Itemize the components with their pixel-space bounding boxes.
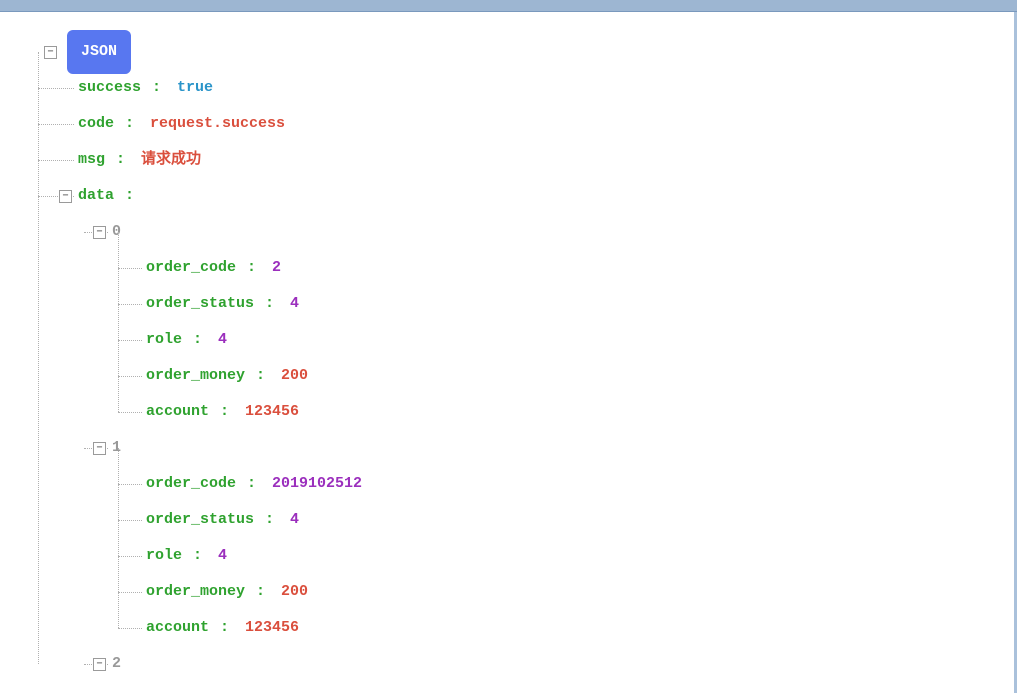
key-order-code: order_code xyxy=(146,466,236,502)
node-role-1: role : 4 xyxy=(146,538,1014,574)
key-order-status: order_status xyxy=(146,502,254,538)
val-account: 123456 xyxy=(245,610,299,646)
val-order-money: 200 xyxy=(281,574,308,610)
val-order-status: 4 xyxy=(290,502,299,538)
key-account: account xyxy=(146,610,209,646)
colon: : xyxy=(211,394,229,430)
index-1: 1 xyxy=(112,430,121,466)
val-order-code: 2019102512 xyxy=(272,466,362,502)
key-role: role xyxy=(146,322,182,358)
val-msg: 请求成功 xyxy=(141,142,201,178)
collapse-icon[interactable]: − xyxy=(93,226,106,239)
index-0: 0 xyxy=(112,214,121,250)
collapse-icon[interactable]: − xyxy=(93,442,106,455)
key-code: code xyxy=(78,106,114,142)
data-children: − 0 order_code : 2 xyxy=(112,214,1014,682)
key-order-money: order_money xyxy=(146,358,245,394)
node-success: success : true xyxy=(78,70,1014,106)
key-order-money: order_money xyxy=(146,574,245,610)
data-1-children: order_code : 2019102512 order_status : 4 xyxy=(146,466,1014,646)
collapse-icon[interactable]: − xyxy=(44,46,57,59)
key-success: success xyxy=(78,70,141,106)
title-bar xyxy=(0,0,1017,12)
node-order-code-0: order_code : 2 xyxy=(146,250,1014,286)
colon: : xyxy=(116,178,134,214)
colon: : xyxy=(256,286,274,322)
colon: : xyxy=(116,106,134,142)
node-data-0: − 0 order_code : 2 xyxy=(112,214,1014,430)
val-code: request.success xyxy=(150,106,285,142)
node-data-1: − 1 order_code : 2019102512 xyxy=(112,430,1014,646)
colon: : xyxy=(247,574,265,610)
data-0-children: order_code : 2 order_status : 4 xyxy=(146,250,1014,430)
json-tree: − JSON success : true code : xyxy=(0,12,1017,693)
key-order-status: order_status xyxy=(146,286,254,322)
node-order-status-0: order_status : 4 xyxy=(146,286,1014,322)
colon: : xyxy=(107,142,125,178)
root-node: − JSON success : true code : xyxy=(44,34,1014,682)
colon: : xyxy=(238,250,256,286)
node-account-0: account : 123456 xyxy=(146,394,1014,430)
node-order-status-1: order_status : 4 xyxy=(146,502,1014,538)
node-data: − data : − 0 xyxy=(78,178,1014,682)
node-data-2: − 2 xyxy=(112,646,1014,682)
colon: : xyxy=(211,610,229,646)
colon: : xyxy=(143,70,161,106)
key-data: data xyxy=(78,178,114,214)
colon: : xyxy=(247,358,265,394)
node-order-money-0: order_money : 200 xyxy=(146,358,1014,394)
node-msg: msg : 请求成功 xyxy=(78,142,1014,178)
json-badge: JSON xyxy=(67,30,131,74)
val-order-code: 2 xyxy=(272,250,281,286)
node-order-money-1: order_money : 200 xyxy=(146,574,1014,610)
val-success: true xyxy=(177,70,213,106)
root-children: success : true code : request.success xyxy=(78,70,1014,682)
node-order-code-1: order_code : 2019102512 xyxy=(146,466,1014,502)
index-2: 2 xyxy=(112,646,121,682)
colon: : xyxy=(184,538,202,574)
colon: : xyxy=(238,466,256,502)
key-account: account xyxy=(146,394,209,430)
key-order-code: order_code xyxy=(146,250,236,286)
colon: : xyxy=(256,502,274,538)
key-role: role xyxy=(146,538,182,574)
val-order-status: 4 xyxy=(290,286,299,322)
val-account: 123456 xyxy=(245,394,299,430)
val-order-money: 200 xyxy=(281,358,308,394)
node-role-0: role : 4 xyxy=(146,322,1014,358)
collapse-icon[interactable]: − xyxy=(93,658,106,671)
collapse-icon[interactable]: − xyxy=(59,190,72,203)
node-code: code : request.success xyxy=(78,106,1014,142)
val-role: 4 xyxy=(218,538,227,574)
key-msg: msg xyxy=(78,142,105,178)
node-account-1: account : 123456 xyxy=(146,610,1014,646)
colon: : xyxy=(184,322,202,358)
val-role: 4 xyxy=(218,322,227,358)
